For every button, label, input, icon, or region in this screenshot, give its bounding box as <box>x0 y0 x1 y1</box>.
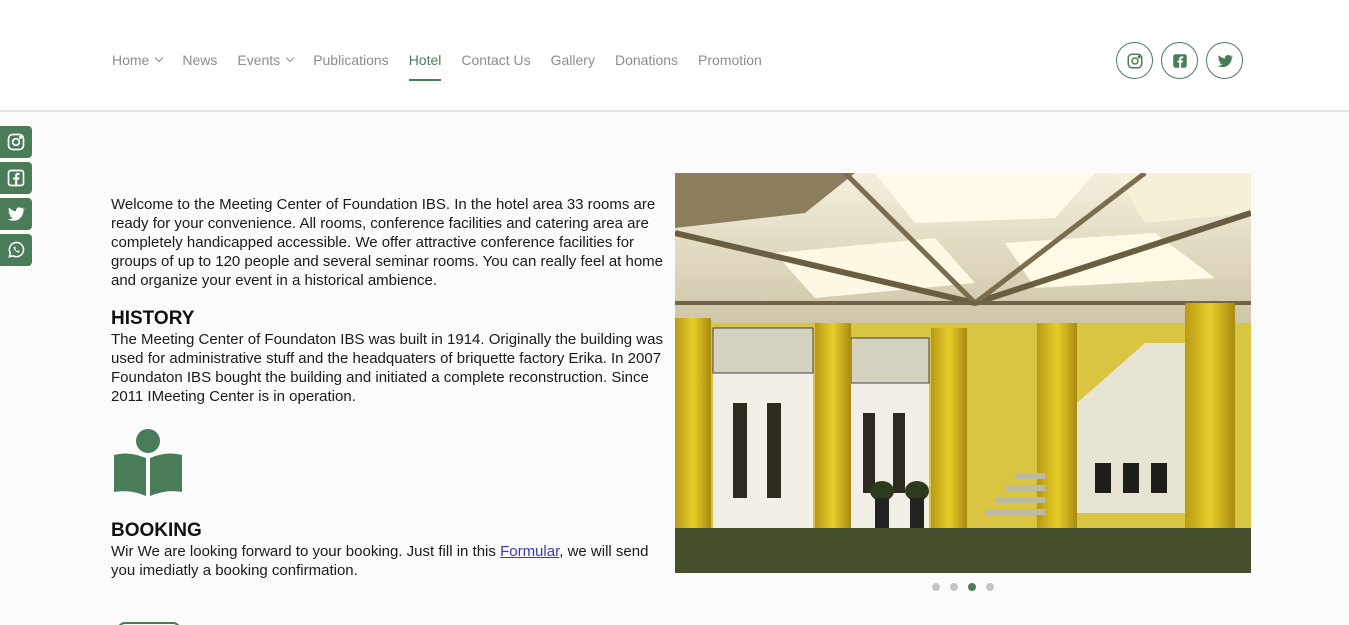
slider-pagination <box>932 583 1004 591</box>
instagram-link[interactable] <box>1116 42 1153 79</box>
nav-item-gallery[interactable]: Gallery <box>551 50 595 70</box>
nav-item-label: News <box>182 52 218 68</box>
main-nav: Home News Events Publications Hotel Cont… <box>112 50 782 81</box>
header-social-links <box>1116 42 1251 79</box>
reading-book-icon <box>114 429 182 496</box>
chevron-down-icon <box>155 53 164 63</box>
nav-item-label: Donations <box>614 52 679 68</box>
side-twitter-link[interactable] <box>0 198 32 230</box>
intro-paragraph: Welcome to the Meeting Center of Foundat… <box>111 196 664 289</box>
side-instagram-link[interactable] <box>0 126 32 158</box>
facebook-icon <box>7 169 25 187</box>
booking-paragraph: Wir We are looking forward to your booki… <box>111 542 671 580</box>
nav-item-contact-us[interactable]: Contact Us <box>461 50 530 70</box>
side-facebook-link[interactable] <box>0 162 32 194</box>
side-whatsapp-link[interactable] <box>0 234 32 266</box>
instagram-icon <box>1127 53 1142 68</box>
nav-item-publications[interactable]: Publications <box>313 50 389 70</box>
instagram-icon <box>7 133 25 151</box>
nav-item-label: Hotel <box>408 52 442 68</box>
nav-item-news[interactable]: News <box>182 50 217 70</box>
history-heading: HISTORY <box>111 308 195 329</box>
nav-item-label: Contact Us <box>461 52 531 68</box>
booking-text-before: Wir We are looking forward to your booki… <box>111 543 501 560</box>
nav-item-hotel[interactable]: Hotel <box>408 50 442 81</box>
hotel-lobby-image <box>675 173 1251 573</box>
twitter-icon <box>7 207 26 221</box>
nav-item-promotion[interactable]: Promotion <box>698 50 762 70</box>
nav-item-label: Home <box>112 52 150 68</box>
booking-heading: BOOKING <box>111 520 202 541</box>
twitter-link[interactable] <box>1206 42 1243 79</box>
nav-item-events[interactable]: Events <box>237 50 295 70</box>
hotel-image-slider[interactable] <box>675 173 1251 573</box>
facebook-icon <box>1172 53 1187 68</box>
side-social-bar <box>0 126 32 270</box>
slider-dot-4[interactable] <box>986 583 994 591</box>
nav-item-home[interactable]: Home <box>112 50 164 70</box>
main-content: Welcome to the Meeting Center of Foundat… <box>111 195 671 580</box>
slider-dot-2[interactable] <box>950 583 958 591</box>
slider-dot-1[interactable] <box>932 583 940 591</box>
nav-item-label: Gallery <box>550 52 595 68</box>
nav-item-label: Publications <box>313 52 389 68</box>
site-header: Home News Events Publications Hotel Cont… <box>0 0 1349 112</box>
whatsapp-icon <box>8 241 25 258</box>
chevron-down-icon <box>285 53 295 63</box>
formular-link[interactable]: Formular <box>500 543 559 560</box>
nav-item-label: Promotion <box>698 52 762 68</box>
twitter-icon <box>1217 54 1233 67</box>
facebook-link[interactable] <box>1161 42 1198 79</box>
slider-dot-3[interactable] <box>968 583 976 591</box>
nav-item-donations[interactable]: Donations <box>615 50 678 70</box>
history-paragraph: The Meeting Center of Foundaton IBS was … <box>111 331 663 405</box>
nav-item-label: Events <box>237 52 281 68</box>
